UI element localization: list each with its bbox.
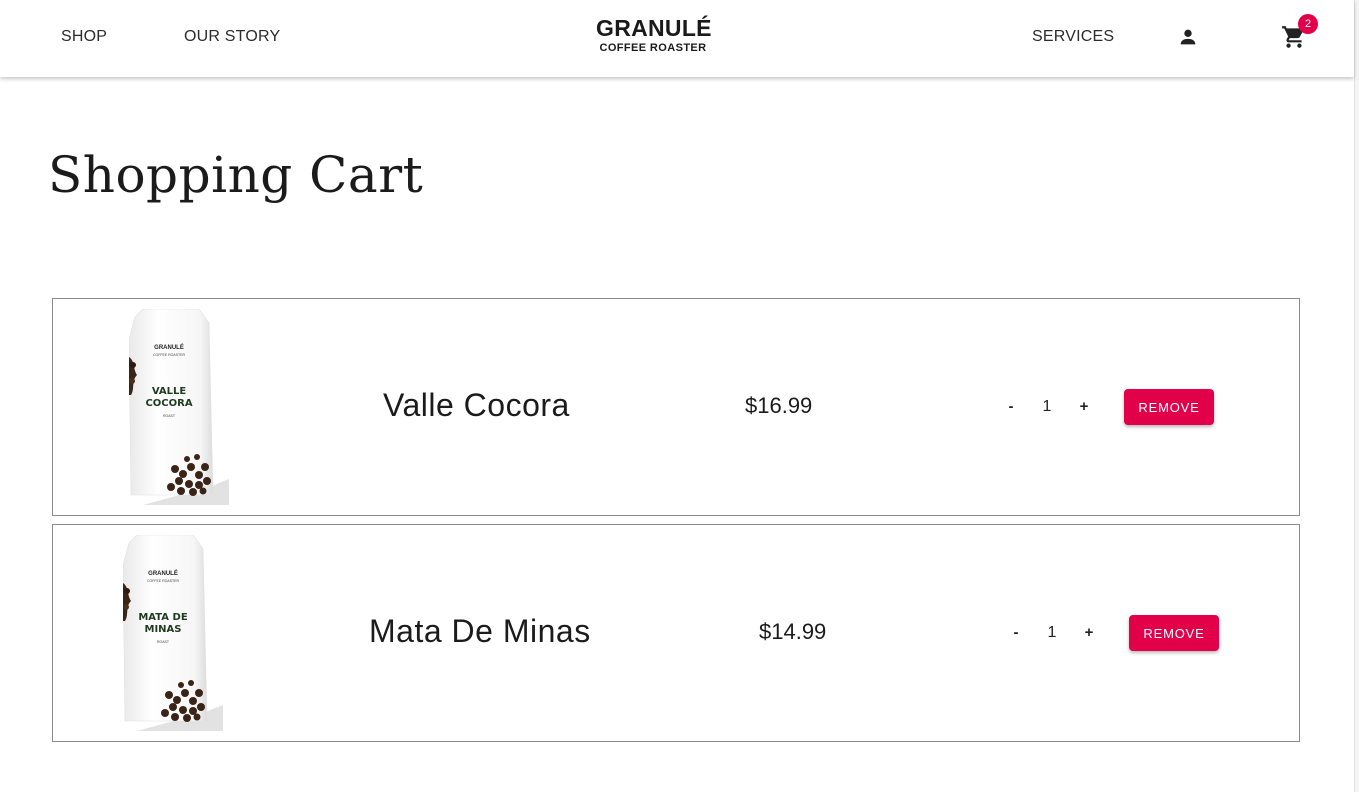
bag-brand: GRANULÉ — [154, 343, 184, 351]
bag-brand: GRANULÉ — [148, 569, 178, 577]
logo-subtitle: COFFEE ROASTER — [599, 42, 707, 54]
cart-item: GRANULÉ COFFEE ROASTER MATA DE MINAS ROA… — [52, 524, 1300, 742]
bag-name-line2: COCORA — [145, 398, 192, 409]
remove-item-button[interactable]: REMOVE — [1129, 615, 1219, 651]
page-title: Shopping Cart — [48, 146, 424, 204]
product-price: $16.99 — [745, 393, 813, 418]
nav-shop-link[interactable]: SHOP — [61, 28, 107, 46]
logo-title: GRANULÉ — [596, 15, 712, 41]
nav-services-link[interactable]: SERVICES — [1032, 28, 1114, 46]
quantity-stepper: - 1 + — [999, 395, 1099, 419]
person-icon[interactable] — [1177, 26, 1199, 48]
product-name: Valle Cocora — [383, 387, 570, 423]
site-header: SHOP OUR STORY GRANULÉ COFFEE ROASTER SE… — [0, 0, 1354, 77]
scrollbar[interactable] — [1354, 0, 1359, 792]
product-image: GRANULÉ COFFEE ROASTER VALLE COCORA ROAS… — [129, 309, 229, 505]
bag-roast: ROAST — [157, 640, 170, 644]
increase-quantity-button[interactable]: + — [1077, 621, 1101, 645]
bag-name-line1: VALLE — [152, 386, 187, 397]
nav-our-story-link[interactable]: OUR STORY — [184, 28, 280, 46]
bag-subtitle: COFFEE ROASTER — [153, 353, 186, 357]
quantity-stepper: - 1 + — [1004, 621, 1104, 645]
increase-quantity-button[interactable]: + — [1072, 395, 1096, 419]
cart-count-badge: 2 — [1298, 14, 1318, 34]
cart-item: GRANULÉ COFFEE ROASTER VALLE COCORA ROAS… — [52, 298, 1300, 516]
bag-roast: ROAST — [163, 414, 176, 418]
brand-logo[interactable]: GRANULÉ COFFEE ROASTER — [596, 15, 712, 55]
decrease-quantity-button[interactable]: - — [1004, 621, 1028, 645]
product-price: $14.99 — [759, 619, 827, 644]
product-image: GRANULÉ COFFEE ROASTER MATA DE MINAS ROA… — [123, 535, 223, 731]
remove-item-button[interactable]: REMOVE — [1124, 389, 1214, 425]
decrease-quantity-button[interactable]: - — [999, 395, 1023, 419]
bag-subtitle: COFFEE ROASTER — [147, 579, 180, 583]
bag-name-line2: MINAS — [145, 624, 182, 635]
bag-name-line1: MATA DE — [138, 612, 187, 623]
quantity-value: 1 — [1042, 398, 1052, 415]
quantity-value: 1 — [1047, 624, 1057, 641]
page: SHOP OUR STORY GRANULÉ COFFEE ROASTER SE… — [0, 0, 1354, 792]
product-name: Mata De Minas — [369, 613, 591, 649]
